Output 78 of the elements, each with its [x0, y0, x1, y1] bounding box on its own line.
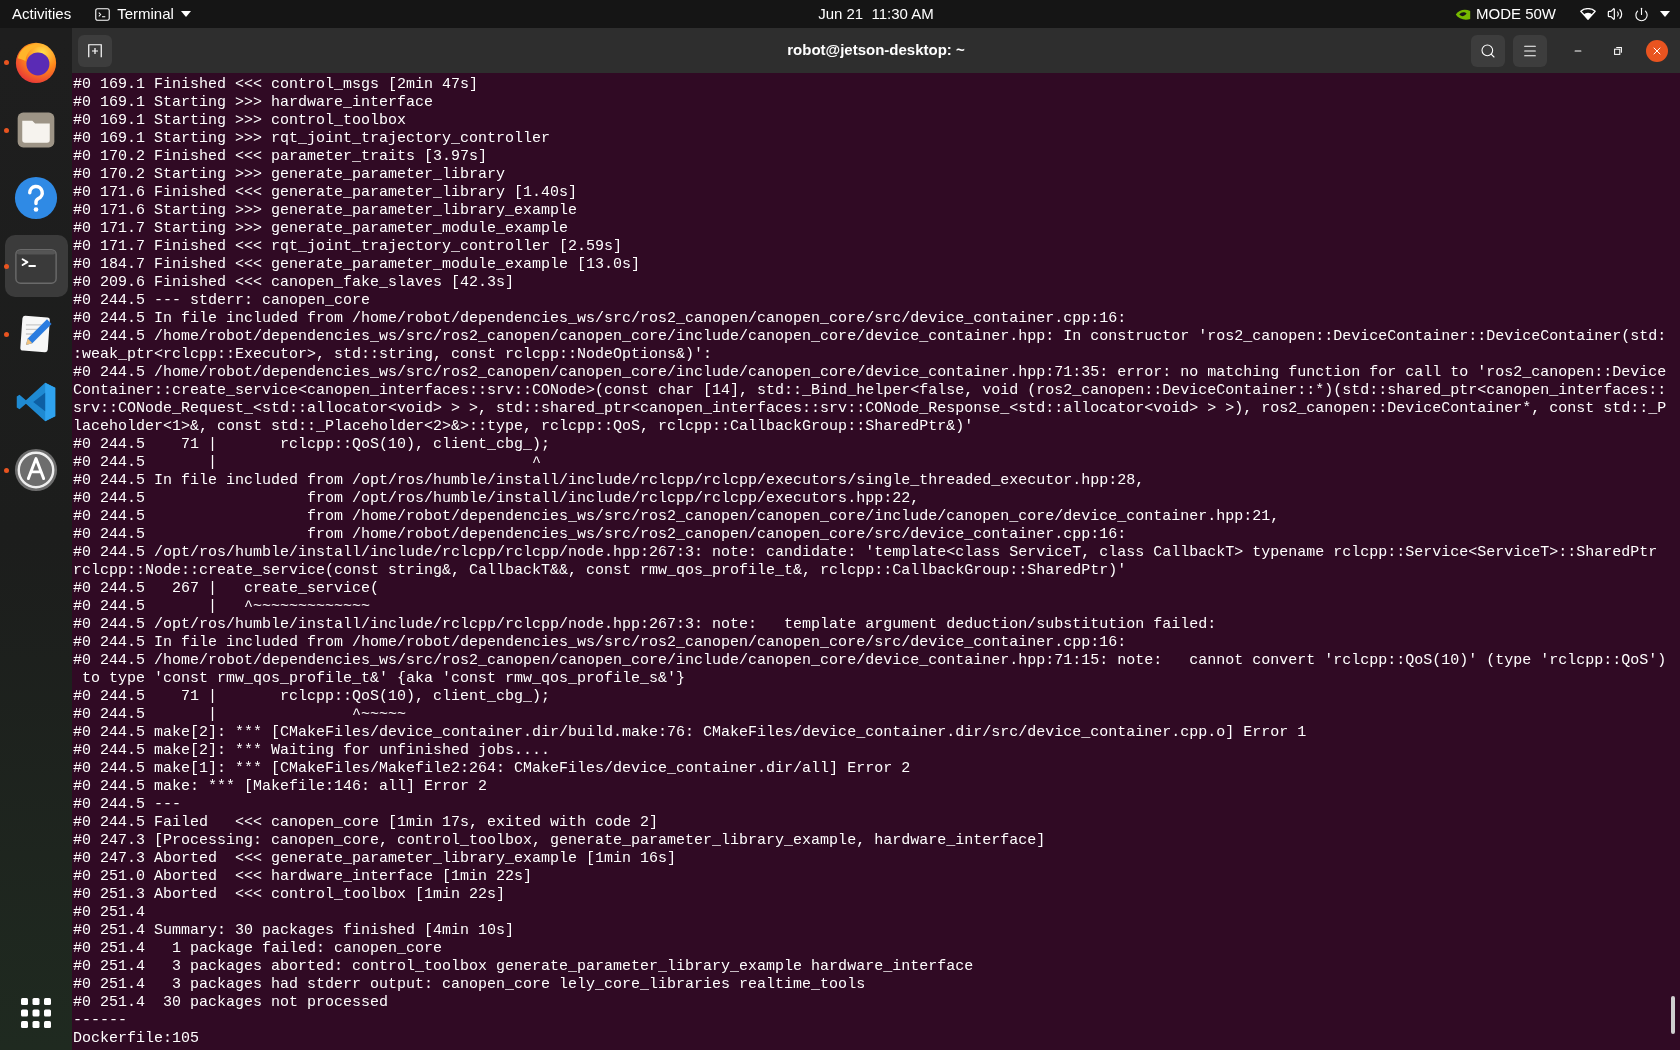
terminal-line: #0 251.4 30 packages not processed: [73, 994, 389, 1012]
close-button[interactable]: [1646, 39, 1668, 62]
terminal-line: #0 244.5 /home/robot/dependencies_ws/src/ros2_canopen/canopen_core/include/canopen_core/device_container.hpp: In constructor 'ros2_canopen::DeviceContainer::DeviceContainer(std:: [73, 328, 1667, 346]
terminal-line: #0 251.4 3 packages aborted: control_toolbox generate_parameter_library_example hardware_interface: [73, 958, 974, 976]
terminal-line: #0 251.4 1 package failed: canopen_core: [73, 940, 443, 958]
terminal-line: #0 169.1 Finished <<< control_msgs [2min 47s]: [73, 76, 479, 94]
terminal-line: #0 251.0 Aborted <<< hardware_interface [1min 22s]: [73, 868, 533, 886]
restore-icon: [1614, 46, 1622, 55]
terminal-line: #0 244.5 make[1]: *** [CMakeFiles/Makefile2:264: CMakeFiles/device_container.dir/all] Error 2: [73, 760, 911, 778]
menu-button[interactable]: [1513, 34, 1547, 67]
terminal-line: ------: [73, 1012, 127, 1030]
terminal-line: #0 170.2 Finished <<< parameter_traits [3.97s]: [73, 148, 488, 166]
terminal-line: #0 244.5 | ^~~~~~~~~~~~~~: [73, 598, 371, 616]
help-icon: [13, 175, 59, 221]
power-mode-button[interactable]: MODE 50W: [1454, 0, 1556, 28]
terminal-line: #0 209.6 Finished <<< canopen_fake_slaves [42.3s]: [73, 274, 515, 292]
activities-button[interactable]: Activities: [0, 0, 78, 28]
eye-logo-icon: [1454, 7, 1472, 21]
terminal-line: #0 244.5 267 | create_service(: [73, 580, 380, 598]
terminal-line: #0 244.5 In file included from /opt/ros/humble/install/include/rclcpp/rclcpp/executors/single_threaded_executor.hpp:28,: [73, 472, 1145, 490]
ribbon-logo-icon: [14, 380, 58, 424]
terminal-line: #0 184.7 Finished <<< generate_parameter_module_example [13.0s]: [73, 256, 641, 274]
terminal-line: #0 171.6 Starting >>> generate_parameter_library_example: [73, 202, 578, 220]
terminal-line: #0 169.1 Starting >>> control_toolbox: [73, 112, 407, 130]
add-tab-icon: [88, 43, 102, 58]
terminal-line: #0 244.5 --- stderr: canopen_core: [73, 292, 371, 310]
scrollbar-thumb[interactable]: [1671, 996, 1675, 1034]
terminal-icon: [95, 7, 111, 21]
terminal-line: #0 171.7 Finished <<< rqt_joint_trajectory_controller [2.59s]: [73, 238, 623, 256]
terminal-line: Container::create_service<canopen_interfaces::srv::CONode>(const char [14], std::_Bind_helper<false, void (ros2_canopen::DeviceContainer::*)(std::shared_ptr<canopen_interfaces::: [73, 382, 1667, 400]
app-grid-icon: [21, 998, 51, 1028]
window-title: robot@jetson-desktop: ~: [787, 40, 965, 61]
terminal-line: #0 244.5 /opt/ros/humble/install/include/rclcpp/rclcpp/node.hpp:267:3: note: template argument deduction/substitution failed:: [73, 616, 1217, 634]
terminal-line: #0 244.5 make[2]: *** Waiting for unfinished jobs....: [73, 742, 551, 760]
search-icon: [1480, 42, 1496, 59]
terminal-line: #0 247.3 Aborted <<< generate_parameter_library_example [1min 16s]: [73, 850, 677, 868]
terminal-line: #0 244.5 Failed <<< canopen_core [1min 17s, exited with code 2]: [73, 814, 659, 832]
terminal-line: to type 'const rmw_qos_profile_t&' {aka 'const rmw_qos_profile_s&'}: [81, 670, 686, 688]
terminal-line: #0 251.3 Aborted <<< control_toolbox [1min 22s]: [73, 886, 506, 904]
terminal-line: #0 169.1 Starting >>> hardware_interface: [73, 94, 434, 112]
caret-icon: [1660, 11, 1670, 17]
power-icon: [1634, 6, 1649, 22]
terminal-line: #0 244.5 In file included from /home/robot/dependencies_ws/src/ros2_canopen/canopen_core/src/device_container.cpp:16:: [73, 310, 1127, 328]
terminal-line: #0 171.6 Finished <<< generate_parameter_library [1.40s]: [73, 184, 578, 202]
terminal-line: #0 244.5 make: *** [Makefile:146: all] Error 2: [73, 778, 488, 796]
terminal-line: #0 244.5 /home/robot/dependencies_ws/src/ros2_canopen/canopen_core/include/canopen_core/device_container.hpp:71:35: error: no matching function for call to 'ros2_canopen::Device: [73, 364, 1667, 382]
terminal-line: #0 244.5 make[2]: *** [CMakeFiles/device_container.dir/build.make:76: CMakeFiles/device_container.dir/src/device_container.cpp.o] Error 1: [73, 724, 1307, 742]
terminal-line: #0 244.5 | ^~~~~~: [73, 706, 407, 724]
terminal-line: #0 244.5 | ^: [73, 454, 542, 472]
terminal-line: #0 251.4 3 packages had stderr output: canopen_core lely_core_libraries realtime_tools: [73, 976, 866, 994]
terminal-line: #0 244.5 71 | rclcpp::QoS(10), client_cbg_);: [73, 688, 551, 706]
terminal-line: #0 251.4: [73, 904, 145, 922]
terminal-line: :weak_ptr<rclcpp::Executor>, std::string, const rclcpp::NodeOptions&)':: [73, 346, 713, 364]
terminal-line: #0 171.7 Starting >>> generate_parameter_module_example: [73, 220, 569, 238]
caret-icon: [180, 11, 191, 17]
terminal-line: #0 244.5 from /home/robot/dependencies_ws/src/ros2_canopen/canopen_core/include/canopen_core/device_container.hpp:21,: [73, 508, 1280, 526]
new-tab-button[interactable]: [78, 34, 112, 67]
volume-icon: [1607, 6, 1623, 22]
app-menu-button[interactable]: Terminal: [95, 0, 191, 28]
terminal-line: #0 244.5 In file included from /home/robot/dependencies_ws/src/ros2_canopen/canopen_core/src/device_container.cpp:16:: [73, 634, 1127, 652]
terminal-line: #0 170.2 Starting >>> generate_parameter_library: [73, 166, 506, 184]
terminal-line: #0 247.3 [Processing: canopen_core, control_toolbox, generate_parameter_library_example, hardware_interface]: [73, 832, 1046, 850]
terminal-line: #0 244.5 /home/robot/dependencies_ws/src/ros2_canopen/canopen_core/include/canopen_core/device_container.hpp:71:15: note: cannot convert 'rclcpp::QoS(10)' (type 'rclcpp::QoS'): [73, 652, 1667, 670]
search-button[interactable]: [1471, 34, 1505, 67]
terminal-line: srv::CONode_Request_<std::allocator<void> > >, std::shared_ptr<canopen_interfaces::srv::CONode_Response_<std::allocator<void> > >), ros2_canopen::DeviceContainer*, const std::_P: [73, 400, 1667, 418]
clock-button[interactable]: Jun 21 11:30 AM: [818, 0, 934, 28]
terminal-line: laceholder<1>&, const std::_Placeholder<2>&>::type, rclcpp::QoS, rclcpp::CallbackGroup::SharedPtr&)': [73, 418, 974, 436]
terminal-line: #0 169.1 Starting >>> rqt_joint_trajectory_controller: [73, 130, 551, 148]
terminal-line: #0 244.5 from /home/robot/dependencies_ws/src/ros2_canopen/canopen_core/src/device_container.cpp:16:: [73, 526, 1127, 544]
terminal-line: #0 244.5 71 | rclcpp::QoS(10), client_cbg_);: [73, 436, 551, 454]
terminal-line: Dockerfile:105: [73, 1030, 200, 1048]
wifi-icon: [1580, 8, 1596, 20]
terminal-line: #0 244.5 /opt/ros/humble/install/include/rclcpp/rclcpp/node.hpp:267:3: note: candidate: 'template<class ServiceT, class CallbackT> typename rclcpp::Service<ServiceT>::SharedPtr: [73, 544, 1658, 562]
terminal-line: #0 251.4 Summary: 30 packages finished [4min 10s]: [73, 922, 515, 940]
terminal-line: #0 244.5 from /opt/ros/humble/install/include/rclcpp/rclcpp/executors.hpp:22,: [73, 490, 920, 508]
app-store-icon: [13, 447, 59, 493]
terminal-line: rclcpp::Node::create_service(const string&, CallbackT&&, const rmw_qos_profile_t&, rclcpp::CallbackGroup::SharedPtr)': [73, 562, 1127, 580]
terminal-line: #0 244.5 ---: [73, 796, 182, 814]
